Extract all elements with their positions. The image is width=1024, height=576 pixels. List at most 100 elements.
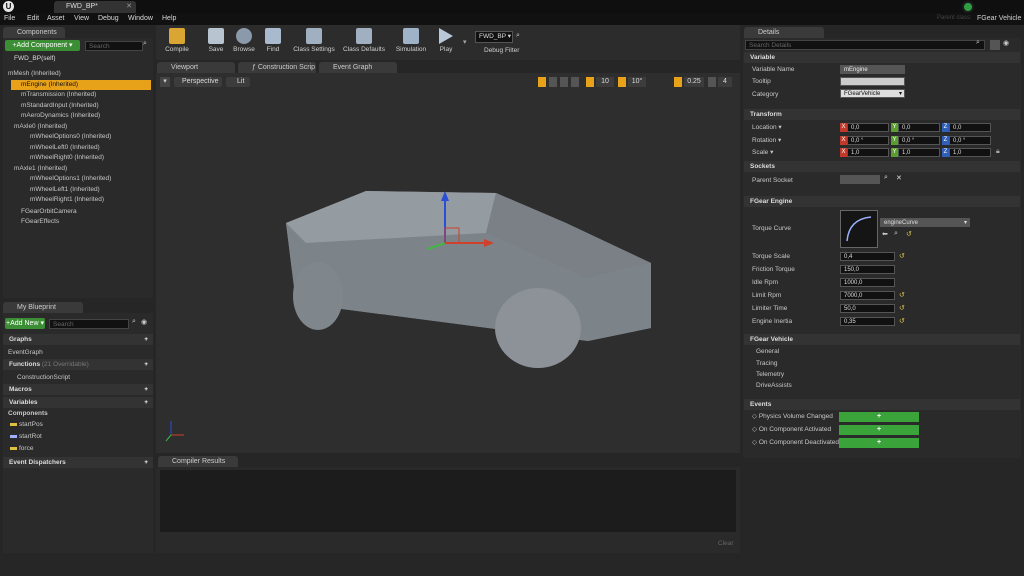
components-category[interactable]: Components bbox=[8, 410, 48, 417]
add-macro-icon[interactable]: + bbox=[144, 384, 148, 395]
events-section[interactable]: Events bbox=[744, 399, 1020, 410]
search-icon[interactable]: ⌕ bbox=[894, 230, 898, 238]
construction-script-item[interactable]: ConstructionScript bbox=[17, 374, 70, 381]
play-options-chevron-icon[interactable]: ▾ bbox=[463, 38, 467, 46]
class-defaults-button[interactable]: Class Defaults bbox=[340, 25, 388, 60]
vehicle-driveassists[interactable]: DriveAssists bbox=[756, 381, 792, 390]
tree-item-mwheeloptions0[interactable]: mWheelOptions0 (Inherited) bbox=[30, 132, 111, 142]
component-self[interactable]: FWD_BP(self) bbox=[14, 55, 56, 62]
add-new-button[interactable]: +Add New ▾ bbox=[5, 318, 45, 329]
category-select[interactable]: FGearVehicle ▾ bbox=[840, 89, 905, 98]
transform-section[interactable]: Transform bbox=[744, 109, 1020, 120]
grid-snap-icon[interactable] bbox=[586, 77, 594, 87]
search-icon[interactable]: ⌕ bbox=[132, 318, 136, 326]
menu-help[interactable]: Help bbox=[162, 13, 176, 25]
clear-icon[interactable]: ✕ bbox=[896, 174, 902, 182]
add-deactivated-event-button[interactable]: + bbox=[839, 438, 919, 448]
tree-item-maerodynamics[interactable]: mAeroDynamics (Inherited) bbox=[21, 111, 100, 121]
components-tab[interactable]: Components bbox=[3, 27, 65, 38]
find-button[interactable]: Find bbox=[260, 25, 286, 60]
torque-scale-input[interactable]: 0,4 bbox=[840, 252, 895, 261]
viewport-options-icon[interactable]: ▾ bbox=[160, 77, 170, 87]
tree-item-mengine[interactable]: mEngine (Inherited) bbox=[11, 80, 151, 90]
my-blueprint-tab[interactable]: My Blueprint bbox=[3, 302, 83, 313]
vehicle-tracing[interactable]: Tracing bbox=[756, 359, 777, 368]
vehicle-general[interactable]: General bbox=[756, 347, 779, 356]
lock-icon[interactable]: 🔒︎ bbox=[996, 148, 1000, 156]
world-local-icon[interactable] bbox=[571, 77, 579, 87]
back-arrow-icon[interactable]: ⬅ bbox=[882, 230, 888, 238]
menu-debug[interactable]: Debug bbox=[98, 13, 119, 25]
document-tab[interactable]: FWD_BP* ✕ bbox=[54, 1, 136, 13]
compile-button[interactable]: Compile bbox=[157, 25, 197, 60]
tree-item-mwheelright1[interactable]: mWheelRight1 (Inherited) bbox=[30, 195, 104, 205]
menu-view[interactable]: View bbox=[74, 13, 89, 25]
engine-inertia-input[interactable]: 0,35 bbox=[840, 317, 895, 326]
clear-button[interactable]: Clear bbox=[718, 540, 734, 547]
dispatchers-section[interactable]: Event Dispatchers + bbox=[3, 457, 153, 468]
tree-item-mstandardinput[interactable]: mStandardInput (Inherited) bbox=[21, 101, 99, 111]
scale-y-input[interactable]: 1,0 bbox=[898, 148, 940, 157]
tree-item-orbitcamera[interactable]: FGearOrbitCamera bbox=[21, 207, 77, 217]
add-activated-event-button[interactable]: + bbox=[839, 425, 919, 435]
var-force[interactable]: force bbox=[10, 445, 33, 452]
var-startrot[interactable]: startRot bbox=[10, 433, 42, 440]
search-icon[interactable]: ⌕ bbox=[516, 32, 520, 40]
tree-item-mwheelleft1[interactable]: mWheelLeft1 (Inherited) bbox=[30, 185, 100, 195]
tree-item-maxle0[interactable]: mAxle0 (Inherited) bbox=[14, 122, 67, 132]
rotation-z-input[interactable]: 0,0 ° bbox=[949, 136, 991, 145]
tree-item-mtransmission[interactable]: mTransmission (Inherited) bbox=[21, 90, 96, 100]
perspective-button[interactable]: Perspective bbox=[174, 77, 222, 87]
tree-item-mmesh[interactable]: mMesh (Inherited) bbox=[8, 69, 61, 79]
tree-item-mwheelleft0[interactable]: mWheelLeft0 (Inherited) bbox=[30, 143, 100, 153]
curve-thumbnail[interactable] bbox=[840, 210, 878, 248]
rotation-x-input[interactable]: 0,0 ° bbox=[847, 136, 889, 145]
add-physics-volume-event-button[interactable]: + bbox=[839, 412, 919, 422]
tab-viewport[interactable]: Viewport bbox=[157, 62, 235, 73]
location-label[interactable]: Location ▾ bbox=[752, 123, 782, 132]
eye-icon[interactable]: ◉ bbox=[141, 318, 147, 326]
debug-filter-select[interactable]: FWD_BP ▾ bbox=[475, 31, 513, 43]
var-startpos[interactable]: startPos bbox=[10, 421, 43, 428]
save-button[interactable]: Save bbox=[203, 25, 229, 60]
rotation-snap-icon[interactable] bbox=[618, 77, 626, 87]
variable-name-input[interactable]: mEngine bbox=[840, 65, 905, 74]
reset-icon[interactable]: ↺ bbox=[899, 291, 905, 299]
menu-edit[interactable]: Edit bbox=[27, 13, 39, 25]
parent-class-link[interactable]: FGear Vehicle bbox=[977, 15, 1021, 22]
component-search-input[interactable]: Search bbox=[85, 41, 143, 51]
menu-asset[interactable]: Asset bbox=[47, 13, 65, 25]
tree-item-effects[interactable]: FGearEffects bbox=[21, 217, 59, 227]
reset-icon[interactable]: ↺ bbox=[906, 230, 912, 238]
search-icon[interactable]: ⌕ bbox=[976, 39, 980, 47]
rotation-label[interactable]: Rotation ▾ bbox=[752, 136, 781, 145]
camera-speed-icon[interactable] bbox=[708, 77, 716, 87]
add-graph-icon[interactable]: + bbox=[144, 334, 148, 345]
fgear-vehicle-section[interactable]: FGear Vehicle bbox=[744, 334, 1020, 345]
reset-icon[interactable]: ↺ bbox=[899, 317, 905, 325]
property-matrix-icon[interactable] bbox=[990, 40, 1000, 50]
lit-button[interactable]: Lit bbox=[226, 77, 250, 87]
reset-icon[interactable]: ↺ bbox=[899, 252, 905, 260]
scale-label[interactable]: Scale ▾ bbox=[752, 148, 773, 157]
rotation-snap-value[interactable]: 10° bbox=[628, 77, 646, 87]
idle-rpm-input[interactable]: 1000,0 bbox=[840, 278, 895, 287]
event-graph-item[interactable]: EventGraph bbox=[8, 349, 43, 356]
location-z-input[interactable]: 0,0 bbox=[949, 123, 991, 132]
rotate-mode-icon[interactable] bbox=[549, 77, 557, 87]
tree-item-maxle1[interactable]: mAxle1 (Inherited) bbox=[14, 164, 67, 174]
location-x-input[interactable]: 0,0 bbox=[847, 123, 889, 132]
details-tab[interactable]: Details bbox=[744, 27, 824, 38]
rotation-y-input[interactable]: 0,0 ° bbox=[898, 136, 940, 145]
variable-section[interactable]: Variable bbox=[744, 52, 1020, 63]
search-icon[interactable]: ⌕ bbox=[143, 40, 147, 48]
limiter-time-input[interactable]: 50,0 bbox=[840, 304, 895, 313]
parent-socket-input[interactable] bbox=[840, 175, 880, 184]
add-function-icon[interactable]: + bbox=[144, 359, 148, 370]
tree-item-mwheeloptions1[interactable]: mWheelOptions1 (Inherited) bbox=[30, 174, 111, 184]
menu-file[interactable]: File bbox=[4, 13, 15, 25]
tree-item-mwheelright0[interactable]: mWheelRight0 (Inherited) bbox=[30, 153, 104, 163]
eye-icon[interactable]: ◉ bbox=[1003, 39, 1009, 47]
curve-select[interactable]: engineCurve ▾ bbox=[880, 218, 970, 227]
blueprint-search-input[interactable]: Search bbox=[49, 319, 129, 329]
